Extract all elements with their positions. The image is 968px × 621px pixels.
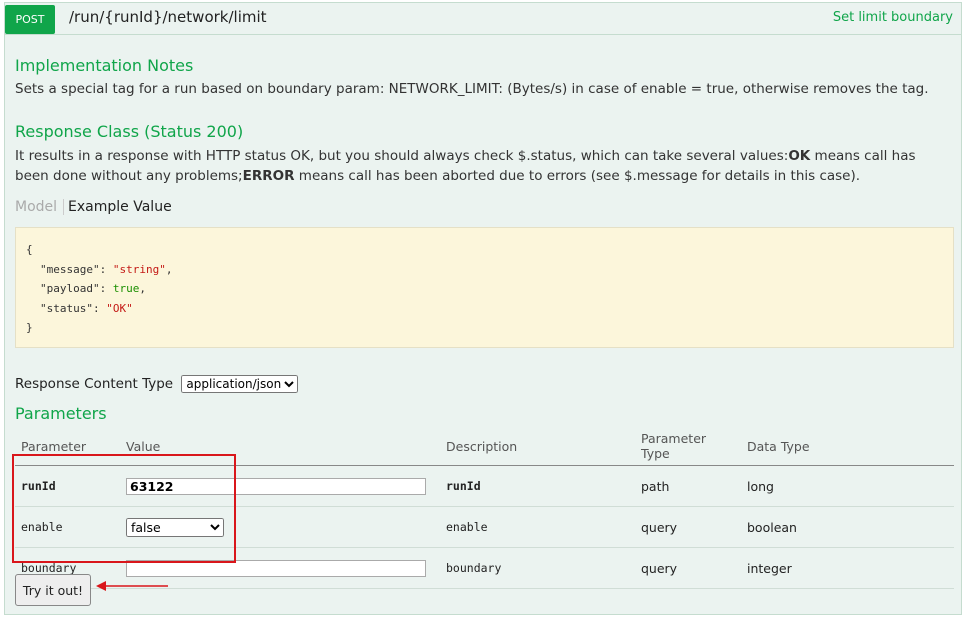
table-row: enable false enable query boolean: [15, 506, 954, 548]
endpoint-summary[interactable]: Set limit boundary: [833, 10, 953, 25]
code-close-brace: }: [26, 321, 33, 334]
param-description: boundary: [440, 547, 635, 589]
ok-keyword: OK: [788, 148, 811, 164]
endpoint-path[interactable]: /run/{runId}/network/limit: [69, 8, 267, 26]
response-class-title: Response Class (Status 200): [15, 122, 244, 141]
parameters-header-row: Parameter Value Description Parameter Ty…: [15, 429, 954, 466]
param-name: enable: [15, 506, 120, 548]
col-parameter-type: Parameter Type: [635, 429, 741, 466]
boundary-input[interactable]: [126, 559, 426, 577]
param-name: runId: [15, 465, 120, 507]
response-content-type: Response Content Type application/json: [15, 375, 299, 393]
param-description: enable: [440, 506, 635, 548]
param-description: runId: [440, 465, 635, 507]
parameters-table: Parameter Value Description Parameter Ty…: [15, 429, 954, 589]
code-key: "status": [40, 301, 93, 315]
code-string: "OK": [106, 301, 133, 315]
tab-model[interactable]: Model: [15, 199, 65, 215]
example-value-code[interactable]: { "message": "string", "payload": true, …: [15, 227, 954, 348]
col-parameter: Parameter: [15, 429, 120, 466]
response-class-text: It results in a response with HTTP statu…: [15, 146, 950, 186]
data-type: integer: [741, 547, 954, 589]
response-text-1: It results in a response with HTTP statu…: [15, 148, 789, 164]
param-value-cell: [120, 465, 440, 507]
code-line-status: "status": "OK": [40, 301, 133, 315]
operation-header[interactable]: POST /run/{runId}/network/limit Set limi…: [5, 3, 961, 35]
code-line-message: "message": "string",: [40, 262, 173, 276]
param-type: query: [635, 547, 741, 589]
data-type: long: [741, 465, 954, 507]
code-key: "payload": [40, 282, 100, 295]
response-text-3: means call has been aborted due to error…: [294, 168, 861, 184]
code-string: "string": [112, 262, 166, 276]
table-row: runId runId path long: [15, 465, 954, 507]
code-key: "message": [40, 262, 100, 276]
operation-panel: POST /run/{runId}/network/limit Set limi…: [4, 2, 962, 615]
col-description: Description: [440, 429, 635, 466]
implementation-notes-title: Implementation Notes: [15, 56, 194, 75]
model-tabs: Model Example Value: [15, 199, 172, 215]
data-type: boolean: [741, 506, 954, 548]
param-value-cell: false: [120, 506, 440, 548]
param-type: query: [635, 506, 741, 548]
code-open-brace: {: [26, 243, 33, 256]
response-content-type-select[interactable]: application/json: [181, 375, 299, 393]
enable-select[interactable]: false: [126, 517, 224, 537]
param-type: path: [635, 465, 741, 507]
try-it-out-button[interactable]: Try it out!: [15, 574, 91, 606]
col-data-type: Data Type: [741, 429, 954, 466]
tab-example-value[interactable]: Example Value: [64, 199, 172, 215]
parameters-title: Parameters: [15, 404, 107, 423]
response-content-type-label: Response Content Type: [15, 376, 174, 392]
runid-input[interactable]: [126, 477, 426, 495]
code-line-payload: "payload": true,: [40, 282, 146, 295]
error-keyword: ERROR: [242, 168, 295, 184]
red-arrow-icon: [96, 581, 168, 591]
method-badge[interactable]: POST: [5, 5, 55, 34]
implementation-notes-text: Sets a special tag for a run based on bo…: [15, 81, 929, 97]
code-bool: true: [112, 282, 140, 295]
col-value: Value: [120, 429, 440, 466]
